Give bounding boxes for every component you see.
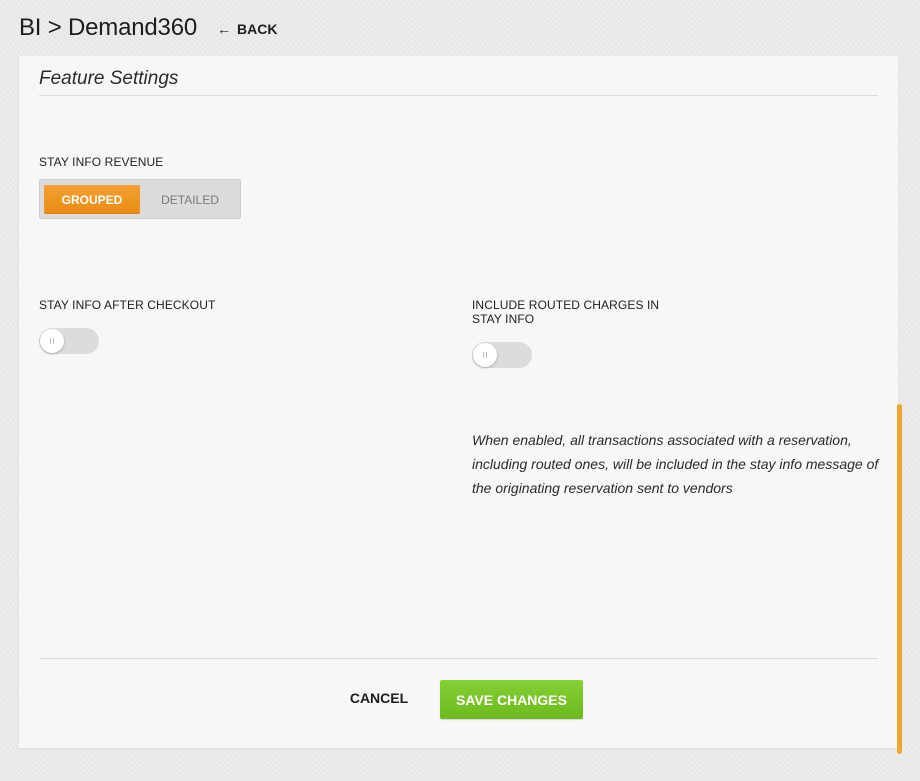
toggle-knob <box>473 343 497 367</box>
stay-info-revenue-label: STAY INFO REVENUE <box>39 155 164 169</box>
routed-charges-description: When enabled, all transactions associate… <box>472 432 879 496</box>
include-routed-charges-label: INCLUDE ROUTED CHARGES IN STAY INFO <box>472 298 660 326</box>
back-button[interactable]: ← BACK <box>217 21 277 37</box>
left-arrow-icon: ← <box>217 21 231 37</box>
save-changes-button[interactable]: SAVE CHANGES <box>440 680 583 719</box>
section-title: Feature Settings <box>39 68 179 89</box>
toggle-knob <box>40 329 64 353</box>
breadcrumb: BI > Demand360 <box>19 14 197 41</box>
stay-info-after-checkout-label: STAY INFO AFTER CHECKOUT <box>39 298 216 312</box>
section-divider <box>39 95 878 96</box>
detailed-option[interactable]: DETAILED <box>143 185 237 214</box>
grouped-option[interactable]: GROUPED <box>44 185 140 214</box>
cancel-button[interactable]: CANCEL <box>334 678 424 718</box>
back-label: BACK <box>237 21 278 37</box>
footer-divider <box>39 658 878 659</box>
stay-info-after-checkout-toggle[interactable] <box>39 328 99 354</box>
page-header: BI > Demand360 ← BACK <box>0 0 920 56</box>
scrollbar-thumb[interactable] <box>897 404 902 754</box>
settings-panel: Feature Settings STAY INFO REVENUE GROUP… <box>19 56 898 748</box>
grip-icon <box>483 352 487 358</box>
stay-info-revenue-segmented-control: GROUPED DETAILED <box>39 179 241 219</box>
include-routed-charges-toggle[interactable] <box>472 342 532 368</box>
grip-icon <box>50 338 54 344</box>
